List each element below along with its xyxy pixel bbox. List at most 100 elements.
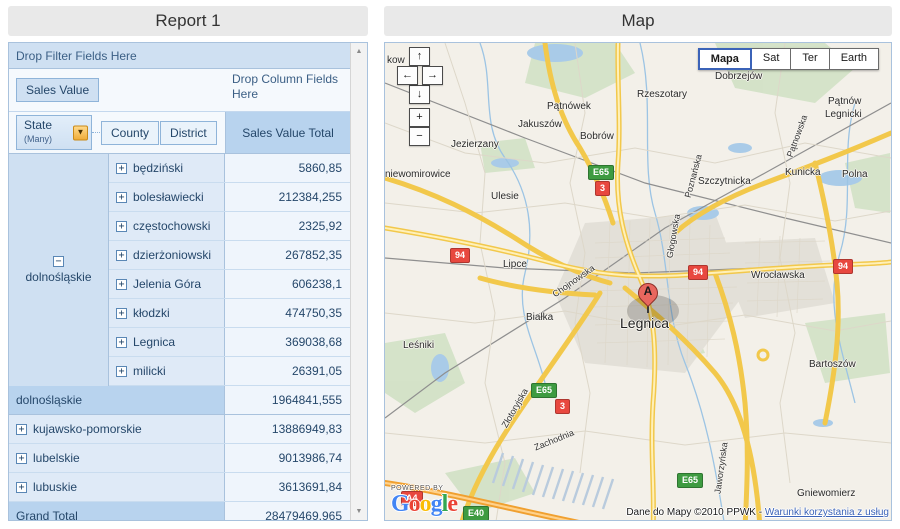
state-label: lubuskie xyxy=(33,480,78,494)
map-marker[interactable]: A xyxy=(633,278,663,313)
county-label: dzierżoniowski xyxy=(133,248,212,262)
google-letter: o xyxy=(419,491,432,517)
county-cell[interactable]: + kłodzki xyxy=(109,299,225,327)
column-header-sales-value-total: Sales Value Total xyxy=(225,112,350,153)
field-chip-sales-value[interactable]: Sales Value xyxy=(16,78,100,102)
county-label: milicki xyxy=(133,364,166,378)
pivot-grid: − dolnośląskie + będziński 5860,85 + bol… xyxy=(9,154,350,520)
expand-icon[interactable]: + xyxy=(116,336,127,348)
table-row[interactable]: + kłodzki 474750,35 xyxy=(109,299,350,328)
google-logo: POWERED BY Google xyxy=(391,485,458,517)
map-type-ter[interactable]: Ter xyxy=(791,48,830,70)
zoom-out-button[interactable]: − xyxy=(409,127,430,146)
vertical-scrollbar[interactable]: ▲ ▼ xyxy=(350,43,367,520)
pivot-table: Drop Filter Fields Here Sales Value Drop… xyxy=(9,43,350,520)
pan-up-button[interactable]: ↑ xyxy=(409,47,430,66)
road-shield-icon: 3 xyxy=(595,181,611,196)
map-type-sat[interactable]: Sat xyxy=(751,48,792,70)
table-row[interactable]: + będziński 5860,85 xyxy=(109,154,350,183)
map-canvas xyxy=(385,43,891,520)
expand-icon[interactable]: + xyxy=(116,162,127,174)
table-row[interactable]: + lubelskie 9013986,74 xyxy=(9,444,350,473)
google-map[interactable]: kow Dobrzejów Rzeszotary Pątnówek Pątnów… xyxy=(385,43,891,520)
value-cell: 369038,68 xyxy=(225,328,350,356)
state-cell[interactable]: + lubelskie xyxy=(9,444,225,472)
value-cell: 212384,255 xyxy=(225,183,350,211)
expand-icon[interactable]: + xyxy=(16,452,27,464)
google-letter: e xyxy=(447,491,458,517)
expand-icon[interactable]: + xyxy=(116,249,127,261)
pan-left-button[interactable]: ← xyxy=(397,66,418,85)
subtotal-label: dolnośląskie xyxy=(9,386,225,414)
pan-horizontal-row: ← → xyxy=(397,66,443,85)
grand-total-value: 28479469,965 xyxy=(225,502,350,520)
table-row[interactable]: + milicki 26391,05 xyxy=(109,357,350,386)
expand-icon[interactable]: + xyxy=(116,191,127,203)
drop-filter-area[interactable]: Drop Filter Fields Here xyxy=(9,43,350,69)
value-cell: 606238,1 xyxy=(225,270,350,298)
chevron-down-icon[interactable]: ▼ xyxy=(73,125,88,140)
marker-letter: A xyxy=(643,284,653,298)
road-shield-icon: 94 xyxy=(688,265,709,280)
field-chip-county[interactable]: County xyxy=(101,120,160,145)
county-cell[interactable]: + będziński xyxy=(109,154,225,182)
value-cell: 9013986,74 xyxy=(225,444,350,472)
county-label: bolesławiecki xyxy=(133,190,204,204)
scroll-up-icon[interactable]: ▲ xyxy=(351,43,367,60)
road-shield-icon: E40 xyxy=(463,506,490,520)
table-row[interactable]: + bolesławiecki 212384,255 xyxy=(109,183,350,212)
county-label: Legnica xyxy=(133,335,176,349)
report-panel: Report 1 Drop Filter Fields Here Sales V… xyxy=(0,0,376,529)
map-type-mapa[interactable]: Mapa xyxy=(697,48,752,70)
expand-icon[interactable]: + xyxy=(16,423,27,435)
scroll-down-icon[interactable]: ▼ xyxy=(351,503,367,520)
road-shield-icon: E65 xyxy=(588,165,615,180)
county-cell[interactable]: + milicki xyxy=(109,357,225,385)
road-shield-icon: 3 xyxy=(555,399,571,414)
zoom-in-button[interactable]: + xyxy=(409,108,430,127)
table-row[interactable]: + częstochowski 2325,92 xyxy=(109,212,350,241)
field-connector xyxy=(92,132,100,133)
value-cell: 267852,35 xyxy=(225,241,350,269)
report-panel-title: Report 1 xyxy=(8,6,368,36)
map-panel-body: kow Dobrzejów Rzeszotary Pątnówek Pątnów… xyxy=(384,42,892,521)
county-cell[interactable]: + Jelenia Góra xyxy=(109,270,225,298)
expand-icon[interactable]: + xyxy=(116,220,127,232)
field-chip-state-sub: (Many) xyxy=(24,134,53,144)
table-row[interactable]: + Legnica 369038,68 xyxy=(109,328,350,357)
county-cell[interactable]: + bolesławiecki xyxy=(109,183,225,211)
county-label: Jelenia Góra xyxy=(133,277,202,291)
county-cell[interactable]: + częstochowski xyxy=(109,212,225,240)
table-row[interactable]: + lubuskie 3613691,84 xyxy=(9,473,350,502)
drop-column-area[interactable]: Drop Column Fields Here xyxy=(225,69,350,111)
map-navigation-controls: ↑ ← → ↓ + − xyxy=(397,47,443,146)
value-cell: 26391,05 xyxy=(225,357,350,385)
expand-icon[interactable]: + xyxy=(16,481,27,493)
table-row[interactable]: + kujawsko-pomorskie 13886949,83 xyxy=(9,415,350,444)
state-cell[interactable]: + lubuskie xyxy=(9,473,225,501)
county-rows: + będziński 5860,85 + bolesławiecki 2123… xyxy=(109,154,350,386)
collapse-icon[interactable]: − xyxy=(53,256,64,267)
field-chip-state[interactable]: State (Many) ▼ xyxy=(16,115,92,150)
terms-of-use-link[interactable]: Warunki korzystania z usług xyxy=(765,507,889,518)
pan-down-button[interactable]: ↓ xyxy=(409,85,430,104)
expand-icon[interactable]: + xyxy=(116,278,127,290)
pan-right-button[interactable]: → xyxy=(422,66,443,85)
state-cell[interactable]: + kujawsko-pomorskie xyxy=(9,415,225,443)
table-row[interactable]: + dzierżoniowski 267852,35 xyxy=(109,241,350,270)
value-cell: 13886949,83 xyxy=(225,415,350,443)
attribution-text: Dane do Mapy ©2010 PPWK - xyxy=(626,507,763,518)
field-chip-district[interactable]: District xyxy=(160,120,217,145)
county-cell[interactable]: + dzierżoniowski xyxy=(109,241,225,269)
expand-icon[interactable]: + xyxy=(116,307,127,319)
row-header-dolnoslaskie[interactable]: − dolnośląskie xyxy=(9,154,109,386)
county-cell[interactable]: + Legnica xyxy=(109,328,225,356)
map-type-earth[interactable]: Earth xyxy=(829,48,879,70)
grand-total-row: Grand Total 28479469,965 xyxy=(9,502,350,520)
road-shield-icon: E65 xyxy=(677,473,704,488)
map-panel-title: Map xyxy=(384,6,892,36)
expand-icon[interactable]: + xyxy=(116,365,127,377)
table-row[interactable]: + Jelenia Góra 606238,1 xyxy=(109,270,350,299)
value-cell: 5860,85 xyxy=(225,154,350,182)
map-attribution: Dane do Mapy ©2010 PPWK - Warunki korzys… xyxy=(626,507,889,518)
